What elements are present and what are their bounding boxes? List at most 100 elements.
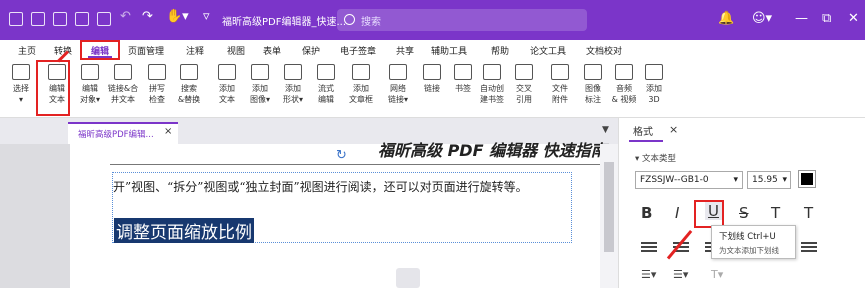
document-tab[interactable]: 福昕高级PDF编辑... × [68, 122, 178, 144]
ribbon-button[interactable]: 拼写 检查 [140, 62, 174, 105]
ribbon-button[interactable]: 添加形状▾ [276, 62, 310, 105]
scrollbar[interactable] [600, 144, 618, 288]
ribbon-label: 文本 [219, 95, 235, 104]
new-file-icon[interactable] [75, 12, 89, 26]
section-title[interactable]: ▾ 文本类型 [635, 152, 676, 164]
ribbon-button[interactable]: 交叉 引用 [507, 62, 541, 105]
text-color-swatch[interactable] [798, 170, 816, 188]
ribbon-button[interactable]: 编辑 对象▾ [73, 62, 107, 105]
ribbon-icon [81, 64, 99, 80]
font-size-value: 15.95 [752, 175, 778, 185]
tab-format[interactable]: 格式 [633, 123, 653, 138]
menu-item[interactable]: 共享 [396, 44, 414, 57]
ribbon-button[interactable]: 添加 文章框 [344, 62, 378, 105]
user-icon[interactable]: ☺▾ [752, 11, 772, 26]
ribbon-button[interactable]: 流式 编辑 [309, 62, 343, 105]
ribbon-icon [551, 64, 569, 80]
ribbon-icon [423, 64, 441, 80]
menu-item[interactable]: 电子签章 [340, 44, 376, 57]
customize-icon[interactable]: ▿ [203, 9, 210, 24]
rotate-handle-icon[interactable]: ↻ [336, 148, 347, 163]
menu-item[interactable]: 辅助工具 [431, 44, 467, 57]
bullet-list-icon[interactable]: ☰▾ [641, 268, 656, 281]
redo-icon[interactable]: ↷ [142, 9, 153, 24]
justify-icon[interactable] [801, 242, 817, 244]
menu-item[interactable]: 主页 [18, 44, 36, 57]
italic-button[interactable]: I [675, 204, 679, 222]
ribbon-button[interactable]: 选择 ▾ [4, 62, 38, 105]
ribbon-label: 链接&合 [107, 84, 139, 93]
ribbon-icon [12, 64, 30, 80]
body-text[interactable]: 开”视图、“拆分”视图或“独立封面”视图进行阅读，还可以对页面进行旋转等。 [113, 178, 528, 195]
ribbon-label: 形状▾ [282, 95, 303, 104]
numbered-list-icon[interactable]: ☰▾ [673, 268, 688, 281]
ribbon-label: 附件 [552, 95, 568, 104]
close-button[interactable]: ✕ [848, 11, 859, 26]
menu-item[interactable]: 文档校对 [586, 44, 622, 57]
font-family-select[interactable]: FZSSJW--GB1-0 ▾ [635, 171, 743, 189]
ribbon-button[interactable]: 添加 3D [637, 62, 671, 105]
menu-item[interactable]: 页面管理 [128, 44, 164, 57]
app-icon [9, 12, 23, 26]
menu-item[interactable]: 论文工具 [530, 44, 566, 57]
ribbon-label: 添加 [353, 84, 369, 93]
close-panel-icon[interactable]: × [669, 123, 678, 136]
selected-text[interactable]: 调整页面缩放比例 [114, 218, 254, 243]
ribbon-label: 并文本 [111, 95, 135, 104]
ribbon-icon [251, 64, 269, 80]
bell-icon[interactable]: 🔔 [718, 11, 734, 26]
chevron-down-icon[interactable]: ▼ [602, 125, 609, 135]
subscript-button[interactable]: T [804, 204, 813, 222]
ribbon-button[interactable]: 搜索 &替换 [172, 62, 206, 105]
ribbon-icon [615, 64, 633, 80]
ribbon-label: 标注 [585, 95, 601, 104]
ribbon-label: 搜索 [181, 84, 197, 93]
floating-tool-icon[interactable] [396, 268, 420, 288]
print-icon[interactable] [53, 12, 67, 26]
ribbon-label: 音频 [616, 84, 632, 93]
search-input[interactable]: 搜索 [337, 9, 587, 31]
ribbon-label: & 视频 [611, 95, 637, 104]
menu-item[interactable]: 帮助 [491, 44, 509, 57]
ribbon-label: 网络 [390, 84, 406, 93]
ribbon-button[interactable]: 音频 & 视频 [607, 62, 641, 105]
font-size-select[interactable]: 15.95 ▾ [747, 171, 791, 189]
ribbon-icon [584, 64, 602, 80]
menu-item[interactable]: 视图 [227, 44, 245, 57]
ribbon-button[interactable]: 自动创 建书签 [475, 62, 509, 105]
menu-item[interactable]: 表单 [263, 44, 281, 57]
tooltip-title: 下划线 Ctrl+U [719, 232, 776, 242]
ribbon-button[interactable]: 添加 文本 [210, 62, 244, 105]
ribbon-label: 添加 [285, 84, 301, 93]
superscript-button[interactable]: T [771, 204, 780, 222]
text-spacing-icon[interactable]: T▾ [711, 268, 723, 281]
ribbon-button[interactable]: 添加 图像▾ [243, 62, 277, 105]
restore-button[interactable]: ⧉ [822, 11, 831, 26]
menu-item[interactable]: 保护 [302, 44, 320, 57]
open-file-icon[interactable] [97, 12, 111, 26]
strikethrough-button[interactable]: S [739, 204, 749, 222]
align-left-icon[interactable] [641, 242, 657, 244]
highlight-box [80, 40, 120, 60]
save-icon[interactable] [31, 12, 45, 26]
heading-rule [110, 164, 605, 165]
ribbon-icon [352, 64, 370, 80]
undo-icon[interactable]: ↶ [120, 9, 131, 24]
ribbon-icon [454, 64, 472, 80]
ribbon-label: 链接▾ [387, 95, 408, 104]
ribbon-button[interactable]: 网络链接▾ [381, 62, 415, 105]
ribbon-button[interactable]: 链接 [415, 62, 449, 94]
ribbon-label: 添加 [219, 84, 235, 93]
close-tab-icon[interactable]: × [164, 126, 172, 137]
ribbon-label: 选择 [13, 84, 29, 93]
ribbon-button[interactable]: 图像 标注 [576, 62, 610, 105]
minimize-button[interactable]: — [795, 11, 808, 26]
bold-button[interactable]: B [641, 204, 652, 222]
ribbon-button[interactable]: 链接&合并文本 [106, 62, 140, 105]
ribbon-button[interactable]: 文件 附件 [543, 62, 577, 105]
menu-item[interactable]: 注释 [186, 44, 204, 57]
ribbon-icon [483, 64, 501, 80]
highlight-box [694, 200, 724, 228]
hand-tool-icon[interactable]: ✋▾ [166, 9, 189, 24]
title-bar: ↶ ↷ ✋▾ ▿ 福昕高级PDF编辑器_快速... 搜索 🔔 ☺▾ — ⧉ ✕ [0, 0, 865, 40]
